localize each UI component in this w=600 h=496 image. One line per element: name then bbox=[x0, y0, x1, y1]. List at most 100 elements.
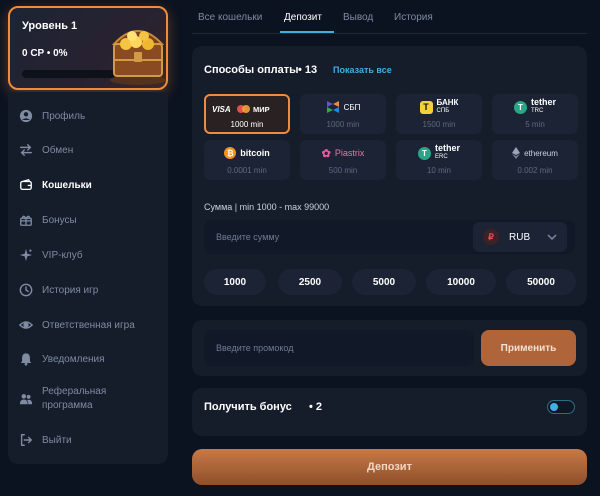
promo-code-field bbox=[204, 330, 474, 366]
bank-spb-logo: Т БАНК СПБ bbox=[396, 98, 482, 116]
method-min: 10 min bbox=[426, 166, 451, 175]
method-tether-erc[interactable]: T tether ERC 10 min bbox=[396, 140, 482, 180]
gift-icon bbox=[18, 212, 34, 228]
sidebar-item-vip-club[interactable]: VIP-клуб bbox=[8, 240, 168, 270]
deposit-button[interactable]: Депозит bbox=[192, 449, 587, 485]
sidebar-item-label: Выйти bbox=[42, 434, 72, 446]
sidebar-item-label: Кошельки bbox=[42, 179, 92, 191]
method-sbp[interactable]: СБП 1000 min bbox=[300, 94, 386, 134]
payment-methods-count: • 13 bbox=[298, 64, 318, 76]
method-min: 1500 min bbox=[422, 120, 456, 129]
amount-input[interactable] bbox=[216, 229, 466, 245]
treasure-chest-icon bbox=[110, 30, 166, 85]
bell-icon bbox=[18, 351, 34, 367]
sidebar-item-label: Бонусы bbox=[42, 214, 77, 226]
tether-icon: T bbox=[417, 146, 431, 160]
ruble-icon: ₽ bbox=[483, 229, 499, 245]
method-visa-mir[interactable]: VISA МИР 1000 min bbox=[204, 94, 290, 134]
amount-preset-button[interactable]: 5000 bbox=[352, 269, 416, 295]
amount-label: Сумма | min 1000 - max 99000 bbox=[204, 202, 330, 212]
amount-field: ₽ RUB bbox=[204, 220, 575, 254]
sidebar-item-referral-program[interactable]: Реферальная программа bbox=[8, 384, 168, 414]
bonus-card: Получить бонус • 2 bbox=[192, 388, 587, 436]
sidebar-item-exchange[interactable]: Обмен bbox=[8, 135, 168, 165]
level-card: Уровень 1 0 CP • 0% bbox=[8, 6, 168, 90]
amount-preset-button[interactable]: 50000 bbox=[506, 269, 576, 295]
payment-methods-card: Способы оплаты • 13 Показать все VISA МИ… bbox=[192, 46, 587, 306]
sidebar-item-logout[interactable]: Выйти bbox=[8, 425, 168, 455]
method-piastrix[interactable]: ✿ Piastrix 500 min bbox=[300, 140, 386, 180]
sidebar-item-label: История игр bbox=[42, 284, 99, 296]
piastrix-icon: ✿ bbox=[321, 147, 331, 160]
sbp-logo: СБП bbox=[300, 98, 386, 116]
visa-mir-logo: VISA МИР bbox=[206, 100, 288, 118]
visa-mastercard-mir-icon: VISA МИР bbox=[212, 105, 270, 114]
svg-text:VISA: VISA bbox=[212, 105, 231, 114]
logout-icon bbox=[18, 432, 34, 448]
bonus-toggle[interactable] bbox=[547, 400, 575, 414]
amount-preset-button[interactable]: 2500 bbox=[278, 269, 342, 295]
sidebar-item-label: Уведомления bbox=[42, 353, 105, 365]
method-min: 1000 min bbox=[230, 120, 264, 129]
method-min: 1000 min bbox=[326, 120, 360, 129]
wallet-tabs: Все кошельки Депозит Вывод История bbox=[192, 0, 587, 34]
tab-withdraw[interactable]: Вывод bbox=[343, 12, 373, 23]
eye-icon bbox=[18, 317, 34, 333]
sidebar-item-game-history[interactable]: История игр bbox=[8, 275, 168, 305]
sbp-icon bbox=[326, 101, 339, 113]
toggle-knob bbox=[550, 403, 558, 411]
tether-trc-logo: T tether TRC bbox=[492, 98, 578, 116]
sidebar-item-label: Обмен bbox=[42, 144, 74, 156]
bitcoin-logo: ₿ bitcoin bbox=[204, 144, 290, 162]
active-tab-indicator bbox=[280, 31, 334, 33]
tab-history[interactable]: История bbox=[394, 12, 433, 23]
sidebar-item-notifications[interactable]: Уведомления bbox=[8, 344, 168, 374]
sidebar-item-bonuses[interactable]: Бонусы bbox=[8, 205, 168, 235]
exchange-icon bbox=[18, 142, 34, 158]
sidebar-item-label: Реферальная программа bbox=[42, 386, 107, 411]
method-min: 500 min bbox=[328, 166, 358, 175]
bitcoin-icon: ₿ bbox=[224, 147, 237, 159]
sidebar-item-label: VIP-клуб bbox=[42, 249, 83, 261]
level-title: Уровень 1 bbox=[22, 20, 78, 32]
sparkle-icon bbox=[18, 247, 34, 263]
promo-code-card: Применить bbox=[192, 320, 587, 376]
piastrix-logo: ✿ Piastrix bbox=[321, 147, 365, 160]
tab-deposit[interactable]: Депозит bbox=[284, 12, 322, 23]
wallet-icon bbox=[18, 177, 34, 193]
method-bitcoin[interactable]: ₿ bitcoin 0.0001 min bbox=[204, 140, 290, 180]
tether-icon: T bbox=[513, 100, 527, 114]
promo-code-input[interactable] bbox=[216, 340, 456, 356]
apply-promo-button[interactable]: Применить bbox=[481, 330, 576, 366]
svg-text:МИР: МИР bbox=[253, 105, 270, 114]
sidebar: Профиль Обмен Кошельки Бонусы VIP-клуб И… bbox=[8, 92, 168, 464]
show-all-link[interactable]: Показать все bbox=[333, 65, 392, 75]
user-icon bbox=[18, 108, 34, 124]
method-ethereum[interactable]: ethereum 0.002 min bbox=[492, 140, 578, 180]
method-tether-trc[interactable]: T tether TRC 5 min bbox=[492, 94, 578, 134]
method-bank-spb[interactable]: Т БАНК СПБ 1500 min bbox=[396, 94, 482, 134]
amount-preset-button[interactable]: 10000 bbox=[426, 269, 496, 295]
sidebar-item-label: Профиль bbox=[42, 110, 86, 122]
tab-all-wallets[interactable]: Все кошельки bbox=[198, 12, 262, 23]
currency-value: RUB bbox=[509, 231, 531, 243]
chevron-down-icon bbox=[547, 234, 557, 241]
people-icon bbox=[18, 391, 34, 407]
clock-icon bbox=[18, 282, 34, 298]
bank-spb-icon: Т bbox=[419, 100, 433, 114]
sidebar-item-responsible-gaming[interactable]: Ответственная игра bbox=[8, 310, 168, 340]
get-bonus-label: Получить бонус bbox=[204, 401, 292, 413]
sidebar-item-profile[interactable]: Профиль bbox=[8, 101, 168, 131]
level-progress-bar bbox=[22, 70, 116, 78]
currency-select[interactable]: ₽ RUB bbox=[473, 222, 567, 252]
method-min: 0.0001 min bbox=[227, 166, 267, 175]
bonus-count: • 2 bbox=[309, 401, 323, 413]
ethereum-logo: ethereum bbox=[492, 144, 578, 162]
amount-preset-button[interactable]: 1000 bbox=[204, 269, 266, 295]
sidebar-item-wallets[interactable]: Кошельки bbox=[8, 170, 168, 200]
level-cp-text: 0 CP • 0% bbox=[22, 48, 68, 59]
method-min: 0.002 min bbox=[517, 166, 553, 175]
payment-methods-title: Способы оплаты bbox=[204, 64, 299, 76]
ethereum-icon bbox=[512, 147, 521, 159]
sidebar-item-label: Ответственная игра bbox=[42, 319, 135, 331]
